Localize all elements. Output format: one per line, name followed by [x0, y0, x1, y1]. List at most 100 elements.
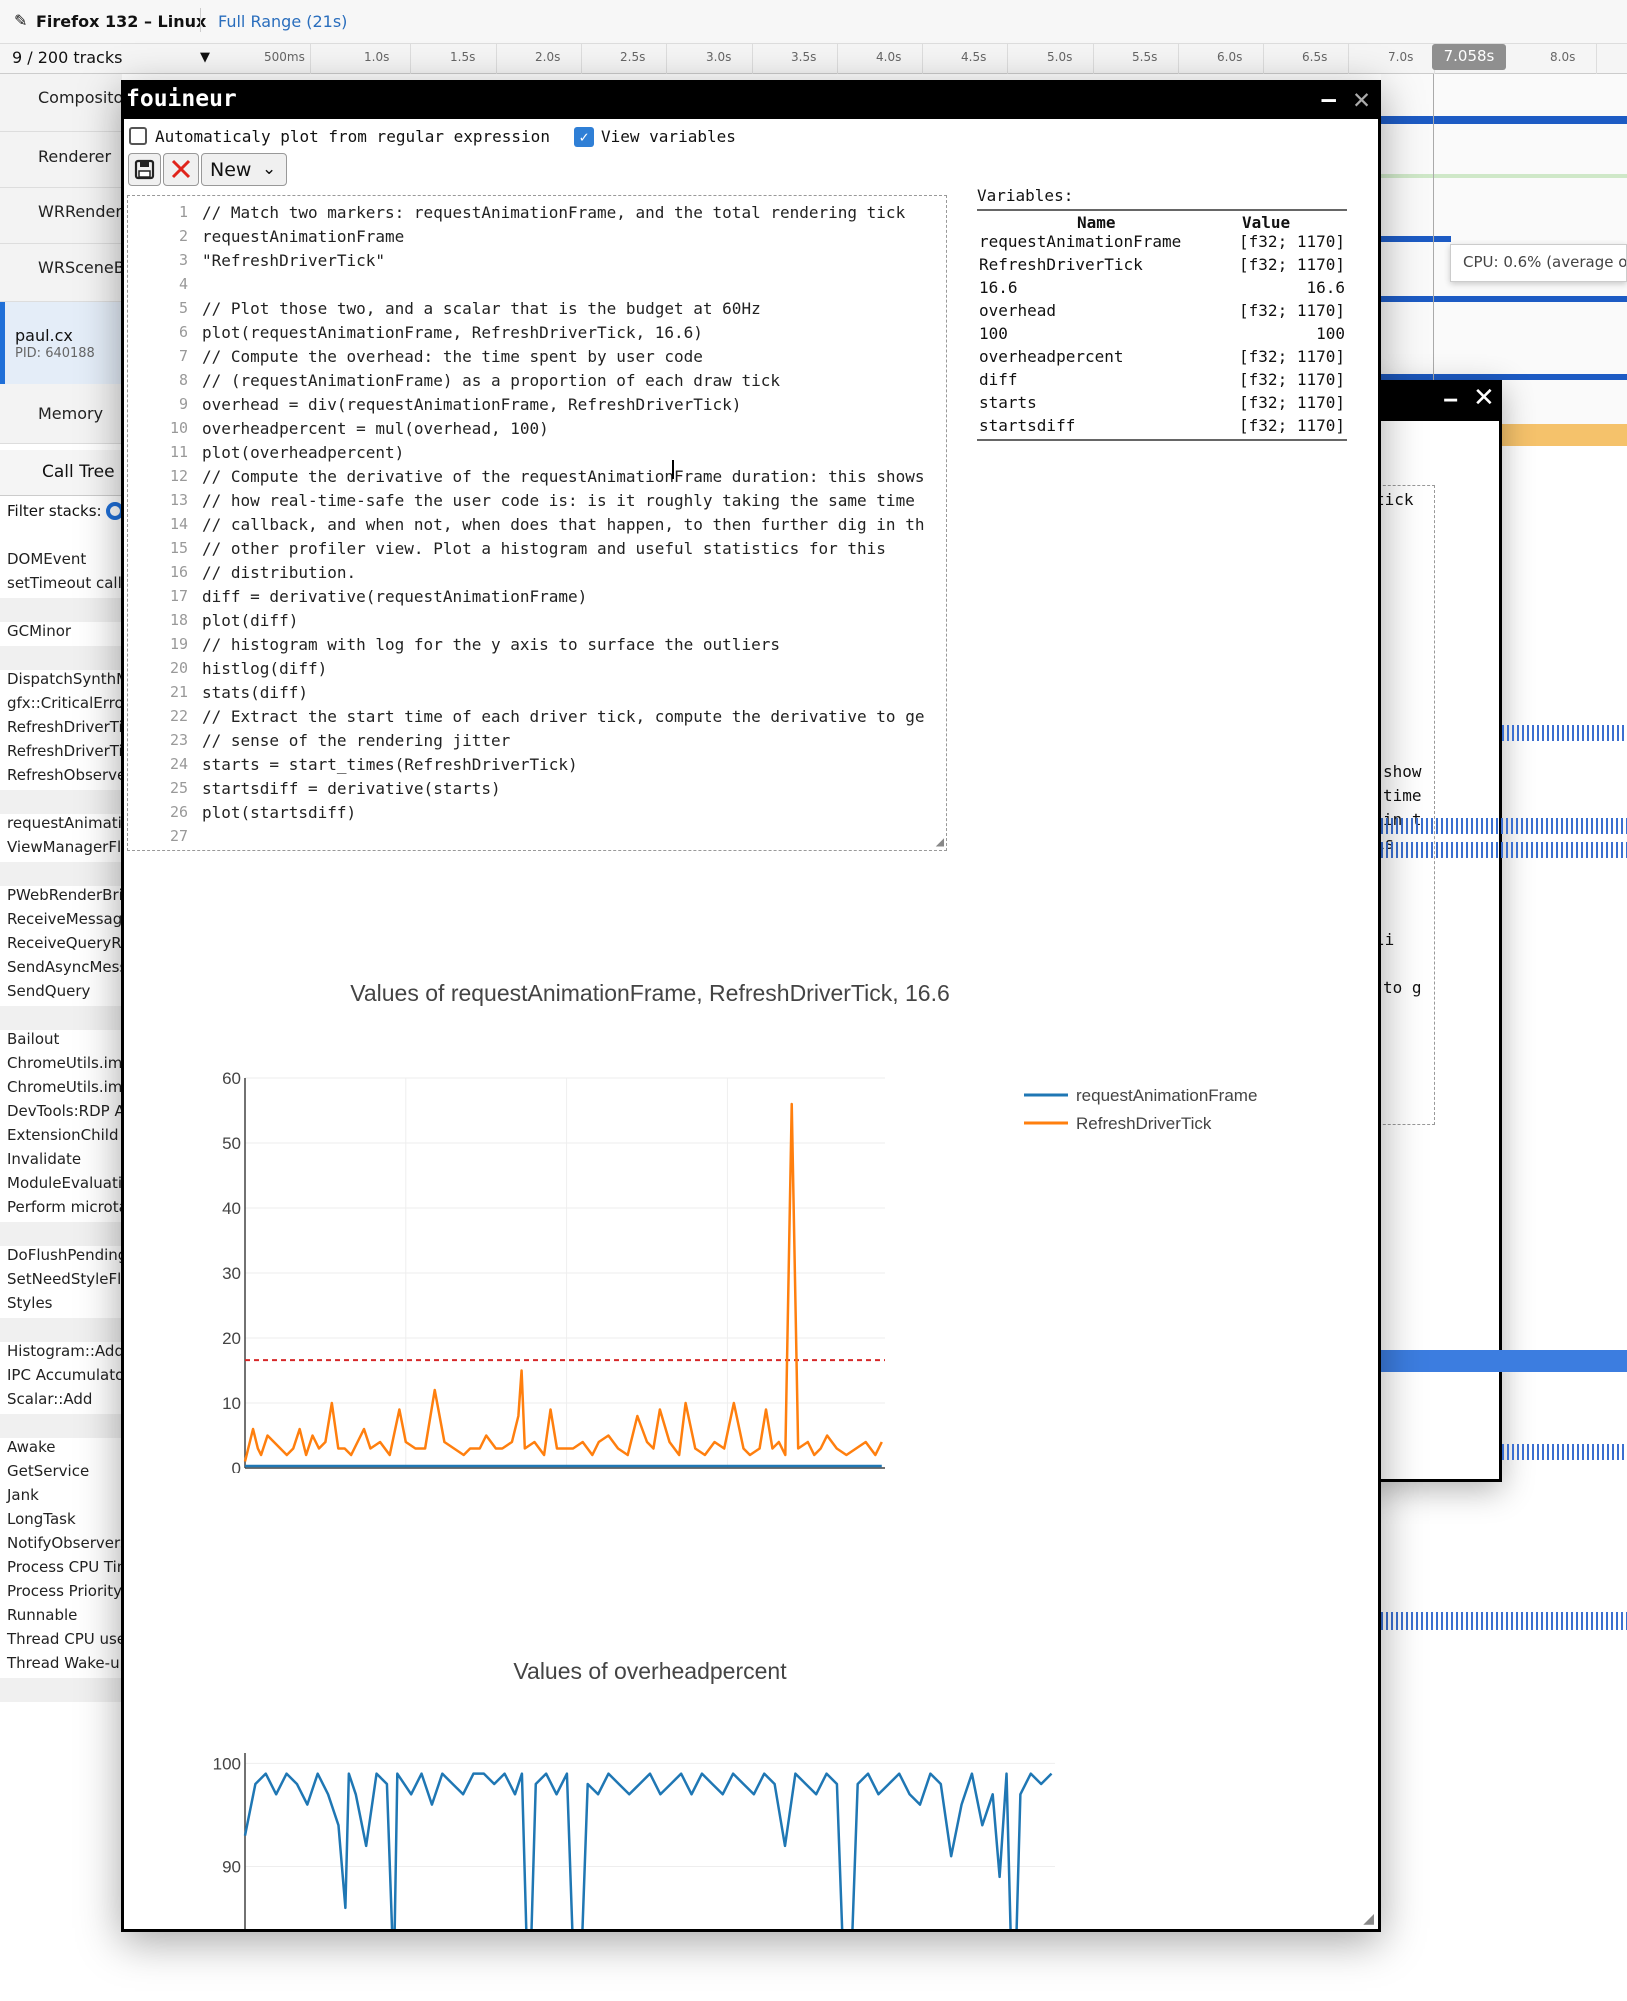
- variable-name: startsdiff: [979, 416, 1076, 435]
- code-line[interactable]: // how real-time-safe the user code is: …: [202, 491, 915, 510]
- minimize-icon[interactable]: ‒: [1443, 387, 1458, 412]
- code-line[interactable]: // Compute the derivative of the request…: [202, 467, 924, 486]
- code-line[interactable]: // callback, and when not, when does tha…: [202, 515, 924, 534]
- marker-name[interactable]: Jank: [7, 1486, 39, 1504]
- chevron-down-icon[interactable]: ▼: [200, 50, 210, 65]
- filter-stacks-label: Filter stacks:: [7, 502, 102, 520]
- marker-name[interactable]: NotifyObservers: [7, 1534, 128, 1552]
- resize-handle-icon[interactable]: ◢: [1363, 1911, 1374, 1927]
- marker-name[interactable]: Styles: [7, 1294, 53, 1312]
- marker-name[interactable]: SendAsyncMess: [7, 958, 127, 976]
- resize-handle-icon[interactable]: ◢: [936, 834, 944, 850]
- close-icon[interactable]: ✕: [1473, 383, 1495, 413]
- view-variables-checkbox[interactable]: ✓: [574, 127, 594, 147]
- marker-name[interactable]: DOMEvent: [7, 550, 86, 568]
- minimize-icon[interactable]: ‒: [1322, 85, 1336, 113]
- code-line[interactable]: startsdiff = derivative(starts): [202, 779, 501, 798]
- marker-name[interactable]: SetNeedStyleFlu: [7, 1270, 131, 1288]
- marker-name[interactable]: RefreshObserve: [7, 766, 126, 784]
- auto-plot-checkbox[interactable]: [129, 127, 147, 145]
- marker-name-list: DOMEvent setTimeout callb GCMinor DispatchS…: [0, 550, 132, 1702]
- code-line[interactable]: // Compute the overhead: the time spent …: [202, 347, 703, 366]
- code-line[interactable]: stats(diff): [202, 683, 308, 702]
- marker-name[interactable]: ViewManagerFlu: [7, 838, 131, 856]
- marker-name[interactable]: Process Priority: [7, 1582, 122, 1600]
- variable-row: starts [f32; 1170]: [977, 393, 1347, 416]
- track-renderer[interactable]: Renderer: [0, 132, 122, 188]
- activity-bar: [1381, 174, 1627, 178]
- marker-name[interactable]: ModuleEvaluatio: [7, 1174, 131, 1192]
- marker-name[interactable]: IPC Accumulato: [7, 1366, 124, 1384]
- marker-name[interactable]: setTimeout callb: [7, 574, 131, 592]
- variable-row: diff [f32; 1170]: [977, 370, 1347, 393]
- marker-name[interactable]: Process CPU Tim: [7, 1558, 131, 1576]
- ruler-gridline: [666, 44, 667, 74]
- code-line[interactable]: "RefreshDriverTick": [202, 251, 385, 270]
- marker-name[interactable]: Runnable: [7, 1606, 77, 1624]
- tab-call-tree[interactable]: Call Tree: [42, 462, 115, 482]
- marker-name[interactable]: DispatchSynthM: [7, 670, 129, 688]
- code-line[interactable]: requestAnimationFrame: [202, 227, 404, 246]
- marker-name[interactable]: ChromeUtils.imp: [7, 1054, 132, 1072]
- marker-name[interactable]: requestAnimatio: [7, 814, 131, 832]
- code-line[interactable]: plot(diff): [202, 611, 298, 630]
- marker-name[interactable]: ExtensionChild: [7, 1126, 118, 1144]
- marker-name[interactable]: ReceiveQueryRe: [7, 934, 130, 952]
- track-wrsceneb[interactable]: WRSceneB: [0, 244, 125, 302]
- code-line[interactable]: // other profiler view. Plot a histogram…: [202, 539, 886, 558]
- window-titlebar[interactable]: fouineur ‒ ✕: [124, 83, 1378, 119]
- marker-group-separator: [0, 1222, 122, 1246]
- marker-name[interactable]: RefreshDriverTi: [7, 742, 123, 760]
- new-dropdown[interactable]: New ⌄: [201, 153, 287, 186]
- code-line[interactable]: // Extract the start time of each driver…: [202, 707, 924, 726]
- code-line[interactable]: plot(startsdiff): [202, 803, 356, 822]
- marker-name[interactable]: GCMinor: [7, 622, 71, 640]
- code-line[interactable]: overhead = div(requestAnimationFrame, Re…: [202, 395, 741, 414]
- delete-button[interactable]: [163, 153, 199, 186]
- marker-name[interactable]: Histogram::Add: [7, 1342, 124, 1360]
- code-line[interactable]: // histogram with log for the y axis to …: [202, 635, 780, 654]
- close-icon[interactable]: ✕: [1353, 83, 1370, 115]
- code-line[interactable]: // sense of the rendering jitter: [202, 731, 510, 750]
- code-line[interactable]: // Plot those two, and a scalar that is …: [202, 299, 761, 318]
- code-line[interactable]: // Match two markers: requestAnimationFr…: [202, 203, 905, 222]
- tracks-count[interactable]: 9 / 200 tracks: [12, 48, 122, 67]
- marker-name[interactable]: LongTask: [7, 1510, 76, 1528]
- track-memory[interactable]: Memory: [0, 390, 122, 444]
- marker-name[interactable]: Scalar::Add: [7, 1390, 92, 1408]
- marker-name[interactable]: Perform microta: [7, 1198, 128, 1216]
- marker-name[interactable]: DoFlushPending: [7, 1246, 127, 1264]
- save-button[interactable]: [128, 153, 161, 186]
- marker-name[interactable]: DevTools:RDP A: [7, 1102, 125, 1120]
- marker-name[interactable]: Thread Wake-up: [7, 1654, 129, 1672]
- marker-name[interactable]: Thread CPU use: [7, 1630, 126, 1648]
- code-line[interactable]: plot(overheadpercent): [202, 443, 404, 462]
- track-compositor[interactable]: Composito: [0, 74, 123, 132]
- code-line[interactable]: starts = start_times(RefreshDriverTick): [202, 755, 578, 774]
- code-line[interactable]: overheadpercent = mul(overhead, 100): [202, 419, 549, 438]
- profile-title[interactable]: Firefox 132 – Linux: [36, 12, 206, 31]
- marker-name[interactable]: Awake: [7, 1438, 56, 1456]
- code-editor[interactable]: 1 // Match two markers: requestAnimationF…: [127, 195, 947, 851]
- marker-name[interactable]: ReceiveMessage: [7, 910, 131, 928]
- marker-name[interactable]: GetService: [7, 1462, 89, 1480]
- marker-name[interactable]: RefreshDriverTi: [7, 718, 123, 736]
- code-line[interactable]: diff = derivative(requestAnimationFrame): [202, 587, 587, 606]
- code-line[interactable]: histlog(diff): [202, 659, 327, 678]
- line-number: 9: [178, 395, 188, 413]
- marker-name[interactable]: Bailout: [7, 1030, 59, 1048]
- marker-name[interactable]: Invalidate: [7, 1150, 81, 1168]
- code-line[interactable]: // distribution.: [202, 563, 356, 582]
- marker-strip: [1381, 818, 1627, 834]
- code-line[interactable]: // (requestAnimationFrame) as a proporti…: [202, 371, 780, 390]
- marker-name[interactable]: PWebRenderBri: [7, 886, 123, 904]
- code-line[interactable]: plot(requestAnimationFrame, RefreshDrive…: [202, 323, 703, 342]
- marker-name[interactable]: ChromeUtils.imp: [7, 1078, 132, 1096]
- process-track-selected[interactable]: paul.cx PID: 640188: [0, 302, 122, 384]
- marker-name[interactable]: SendQuery: [7, 982, 90, 1000]
- pencil-icon[interactable]: ✎: [14, 11, 27, 30]
- breadcrumb-full-range[interactable]: Full Range (21s): [218, 12, 347, 31]
- track-wrrender[interactable]: WRRender: [0, 188, 122, 244]
- marker-name[interactable]: gfx::CriticalError: [7, 694, 130, 712]
- marker-group-separator: [0, 598, 122, 622]
